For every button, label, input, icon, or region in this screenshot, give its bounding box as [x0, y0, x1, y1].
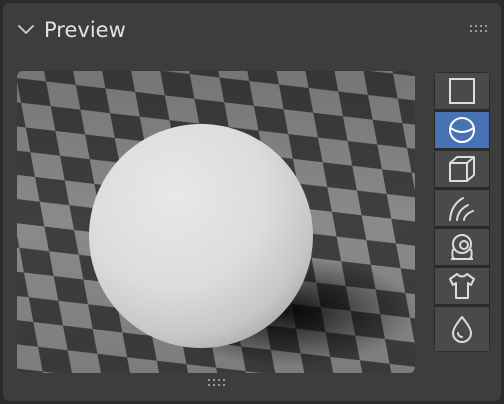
preview-hair-button[interactable] — [435, 190, 489, 226]
preview-sphere-button[interactable] — [435, 112, 489, 148]
preview-shape-toolbar — [434, 72, 490, 352]
preview-fluid-button[interactable] — [435, 307, 489, 351]
panel-header[interactable]: Preview — [3, 3, 501, 55]
shirt-icon — [449, 273, 475, 299]
chevron-down-icon[interactable] — [17, 21, 35, 39]
square-plane-icon — [449, 78, 475, 104]
material-preview-render[interactable] — [17, 71, 415, 373]
panel-title: Preview — [44, 18, 126, 42]
preview-monkey-button[interactable] — [435, 229, 489, 265]
preview-image — [17, 71, 415, 373]
resize-handle-icon[interactable] — [206, 377, 230, 389]
monkey-head-icon — [451, 234, 473, 260]
drag-handle-icon[interactable] — [469, 23, 491, 35]
preview-cube-button[interactable] — [435, 151, 489, 187]
hair-strands-icon — [449, 197, 474, 221]
sphere-icon — [449, 117, 475, 143]
preview-cloth-button[interactable] — [435, 268, 489, 304]
preview-panel: Preview — [3, 3, 501, 401]
preview-plane-button[interactable] — [435, 73, 489, 109]
droplet-icon — [452, 316, 472, 343]
cube-icon — [449, 156, 475, 182]
